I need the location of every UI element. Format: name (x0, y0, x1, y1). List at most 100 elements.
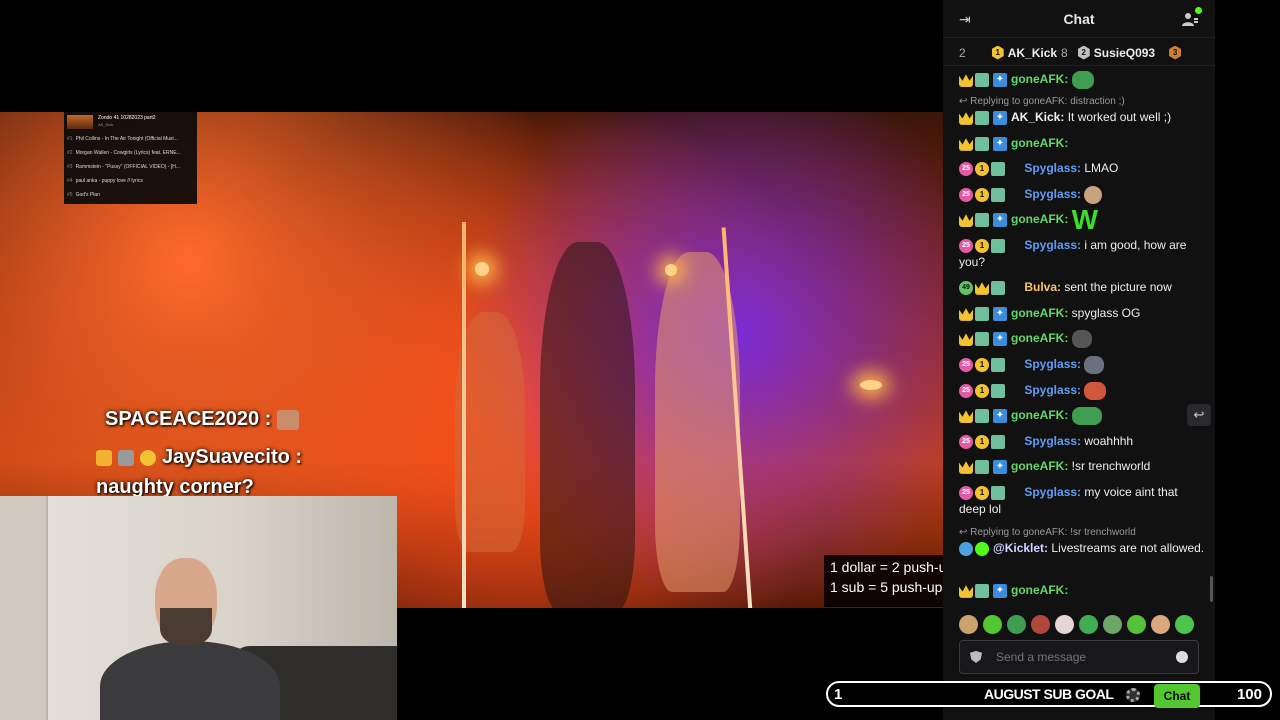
chat-message[interactable]: 25 1 Spyglass: (959, 186, 1207, 204)
hands-emote-icon[interactable] (959, 614, 978, 634)
pepe-sad-emote-icon[interactable] (1127, 614, 1146, 634)
chat-message[interactable]: @Kicklet: Livestreams are not allowed. (959, 540, 1207, 557)
face-emote-icon[interactable] (1151, 614, 1170, 634)
gift-badge-icon: 1 (975, 384, 989, 398)
collapse-chat-icon[interactable]: ⇥ (959, 11, 975, 27)
gift-badge-icon: 1 (975, 434, 989, 449)
sub-badge-icon (975, 583, 989, 598)
pepe-smile-emote-icon[interactable] (1079, 614, 1098, 634)
chat-message[interactable]: ✦ goneAFK: (959, 71, 1207, 89)
chat-messages: ✦ goneAFK: ↩ Replying to goneAFK: distrac… (943, 68, 1215, 608)
send-message-input[interactable] (996, 650, 1176, 664)
webcam-feed (0, 496, 397, 720)
grey-emote-icon (1071, 330, 1092, 348)
message-composer[interactable] (959, 640, 1199, 674)
chat-message[interactable]: ✦ AK_Kick: It worked out well ;) (959, 109, 1207, 126)
light-2 (665, 264, 677, 276)
verified-icon: ✦ (993, 110, 1007, 125)
overlay-chat-user: SPACEACE2020 : (105, 408, 299, 431)
leaderboard-item[interactable]: 1 AK_Kick 8 (991, 45, 1068, 60)
rank-badge-icon: 3 (1169, 45, 1182, 60)
sub-goal-target: 100 (1236, 686, 1262, 703)
sub-goal-label: AUGUST SUB GOAL (984, 686, 1114, 702)
leaderboard-item[interactable]: 2 (959, 46, 966, 60)
chat-message[interactable]: ✦ goneAFK: (959, 330, 1207, 348)
reply-icon: ↩ (959, 527, 971, 538)
box-emote-icon[interactable] (1031, 614, 1050, 634)
sub-badge-icon (975, 409, 989, 423)
chat-message[interactable]: ✦ goneAFK: (959, 135, 1207, 152)
sub-badge-icon (991, 485, 1005, 500)
w-emote-icon: W (1071, 204, 1099, 235)
pepe-emote-icon[interactable] (983, 614, 1002, 634)
chat-message[interactable]: ✦ goneAFK: !sr trenchworld (959, 458, 1207, 475)
playlist-thumbnail (67, 115, 93, 129)
crown-badge-icon (959, 74, 973, 87)
webcam-door (0, 496, 48, 720)
playlist-item: #3 Rammstein - "Pussy" (OFFICIAL VIDEO) -… (67, 164, 181, 170)
chat-message[interactable]: ✦ goneAFK: (959, 407, 1207, 425)
gift-badge-icon: 1 (975, 238, 989, 253)
sub-badge-icon (991, 358, 1005, 372)
chat-message[interactable]: 25 1 Spyglass: woahhhh (959, 433, 1207, 450)
sub-badge-icon (991, 280, 1005, 295)
verified-icon: ✦ (993, 459, 1007, 474)
playlist-item: #2 Morgan Wallen - Cowgirls (Lyrics) feat… (67, 150, 181, 156)
sub-badge-icon (975, 73, 989, 87)
overlay-chat-user: JaySuavecito : (96, 446, 302, 469)
reply-icon: ↩ (959, 96, 971, 107)
crown-badge-icon (959, 410, 973, 423)
sub-badge-icon (975, 110, 989, 125)
gift-badge-icon: 1 (975, 358, 989, 372)
sub-months-badge-icon: 25 (959, 188, 973, 202)
rank-badge-icon: 2 (1077, 45, 1090, 60)
reply-button[interactable]: ↩ (1187, 404, 1211, 426)
chat-settings-gear-icon[interactable] (1126, 688, 1140, 702)
crown-badge-icon (959, 333, 973, 346)
sub-badge-icon (991, 434, 1005, 449)
sub-badge-icon (991, 238, 1005, 253)
chat-message[interactable]: ✦ goneAFK: (959, 582, 1207, 599)
leaderboard-item[interactable]: 2 SusieQ093 (1077, 45, 1155, 60)
playlist-list: #1 Phil Collins - In The Air Tonight (Off… (67, 136, 194, 206)
chat-message[interactable]: ✦ goneAFK: spyglass OG (959, 305, 1207, 322)
verified-bot-icon (975, 541, 989, 556)
crown-badge-icon (959, 214, 973, 227)
send-chat-button[interactable]: Chat (1154, 684, 1200, 708)
chat-message[interactable]: 25 1 Spyglass: (959, 356, 1207, 374)
chat-message[interactable]: 25 1 Spyglass: LMAO (959, 160, 1207, 177)
playlist-subtitle: AK_Kick (98, 122, 114, 127)
chat-users-icon[interactable] (1181, 7, 1202, 28)
emoji-picker-icon[interactable] (1176, 651, 1188, 663)
chat-message[interactable]: 25 1 Spyglass: i am good, how are you? (959, 237, 1207, 271)
light-3 (860, 380, 882, 390)
chat-message[interactable]: 25 1 Spyglass: (959, 382, 1207, 400)
gift-leaderboard: 2 1 AK_Kick 8 2 SusieQ093 3 (943, 40, 1215, 66)
pepe-emote-icon (1071, 71, 1094, 89)
quick-emote-bar (959, 612, 1203, 636)
online-dot (1195, 7, 1202, 14)
chat-message[interactable]: 49 Bulva: sent the picture now (959, 279, 1207, 296)
pepe-wave-emote-icon[interactable] (1175, 614, 1194, 634)
chat-message[interactable]: ✦ goneAFK: W (959, 206, 1207, 234)
crown-badge-icon (975, 282, 989, 295)
playlist-item: #4 paul anka - puppy love // lyrics (67, 178, 143, 184)
crown-badge-icon (959, 112, 973, 125)
leaderboard-item[interactable]: 3 (1169, 45, 1182, 60)
sub-badge-icon (975, 332, 989, 346)
sub-months-badge-icon: 25 (959, 358, 973, 372)
sub-months-badge-icon: 25 (959, 485, 973, 500)
frog-emote-icon[interactable] (1007, 614, 1026, 634)
reply-context: ↩ Replying to goneAFK: distraction ;) (959, 96, 1125, 107)
chat-scrollbar[interactable] (1210, 576, 1213, 602)
playlist-item: #1 Phil Collins - In The Air Tonight (Off… (67, 136, 178, 142)
verified-icon: ✦ (993, 306, 1007, 321)
sub-months-badge-icon: 25 (959, 384, 973, 398)
bot-badge-icon (959, 541, 973, 556)
pepe-think-emote-icon[interactable] (1103, 614, 1122, 634)
chat-message[interactable]: 25 1 Spyglass: my voice aint that deep lo… (959, 484, 1207, 518)
skull-emote-icon[interactable] (1055, 614, 1074, 634)
pepe-emote-icon (1071, 407, 1102, 425)
sub-badge-icon (991, 384, 1005, 398)
verified-icon: ✦ (993, 136, 1007, 151)
